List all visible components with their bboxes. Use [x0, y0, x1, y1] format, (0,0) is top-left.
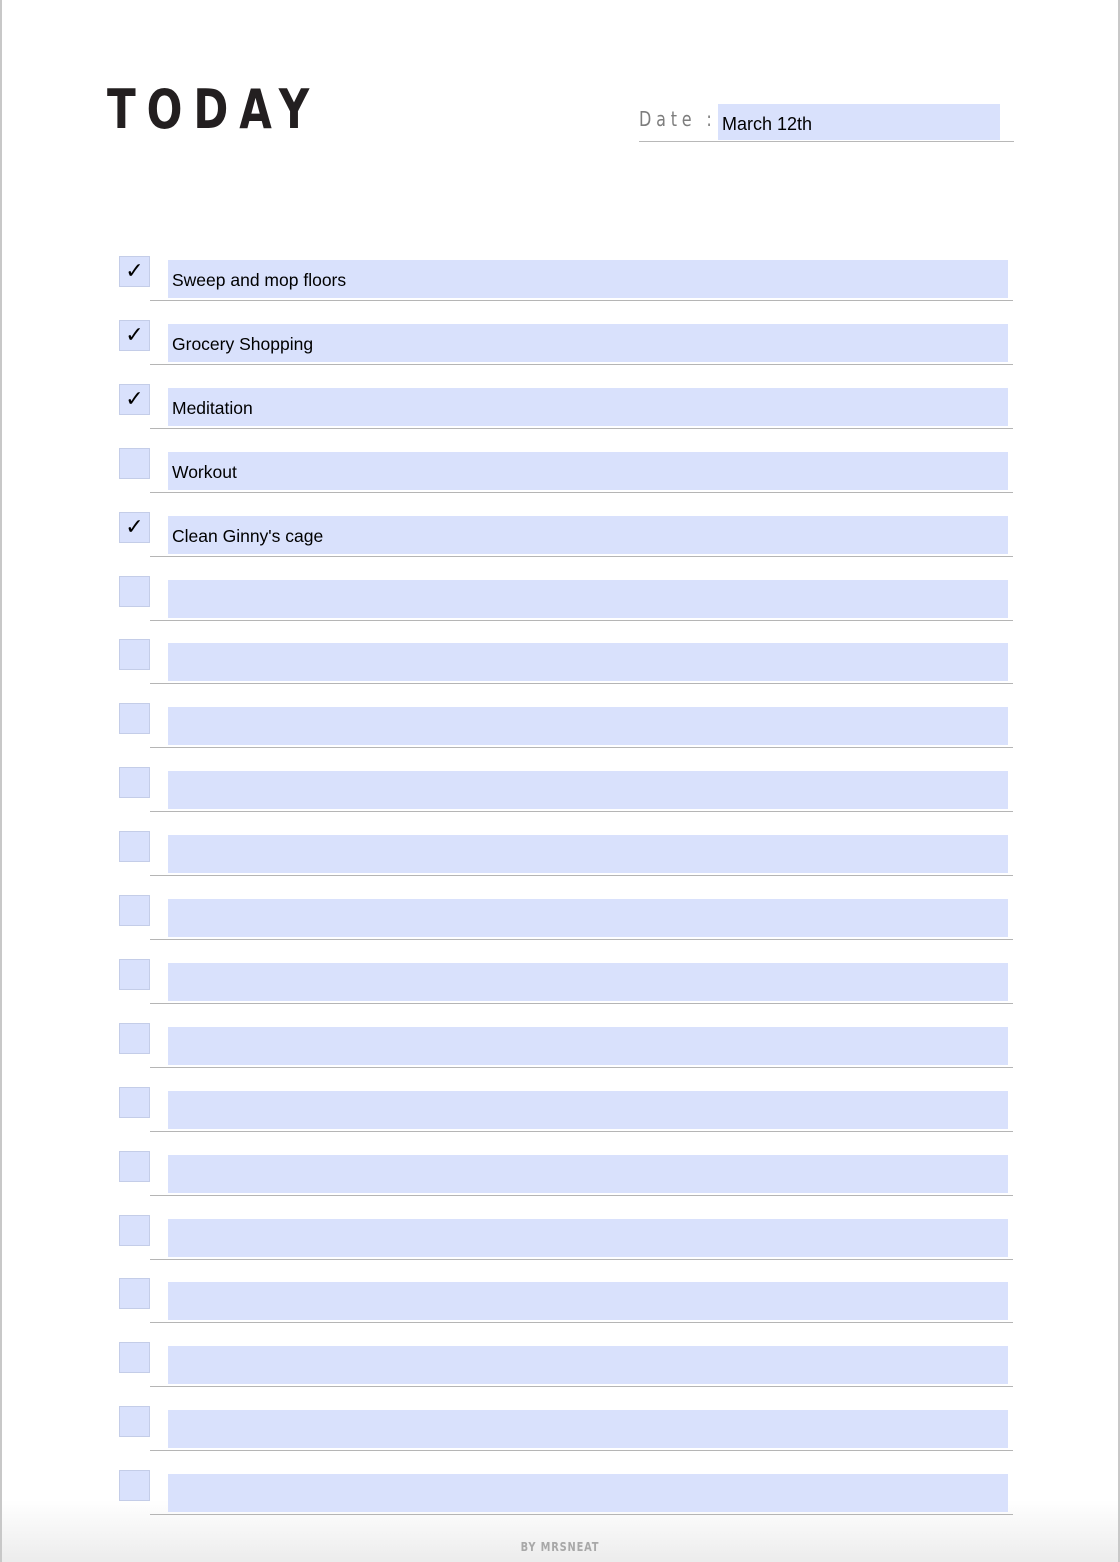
- row-divider: [150, 811, 1013, 813]
- page-title: TODAY: [107, 78, 321, 141]
- task-checkbox[interactable]: [119, 895, 150, 926]
- task-checkbox-checked[interactable]: ✓: [119, 319, 150, 351]
- task-text-field[interactable]: Sweep and mop floors: [168, 260, 1008, 298]
- task-row: [0, 575, 1120, 640]
- checkmark-icon: ✓: [125, 386, 144, 412]
- task-text-field[interactable]: [168, 1282, 1008, 1321]
- row-divider: [150, 939, 1013, 940]
- task-row: [0, 703, 1120, 767]
- task-text-field[interactable]: [168, 1346, 1008, 1385]
- task-text-field[interactable]: [168, 899, 1008, 937]
- row-divider: [150, 1450, 1013, 1452]
- row-divider: [150, 1386, 1013, 1388]
- task-text-field[interactable]: [168, 1218, 1008, 1257]
- task-row: [0, 895, 1120, 959]
- date-section: Date : March 12th: [639, 103, 1014, 142]
- task-checkbox[interactable]: [119, 1342, 150, 1374]
- row-divider: [150, 363, 1013, 365]
- task-text-field[interactable]: [168, 1154, 1008, 1193]
- task-checkbox[interactable]: [119, 575, 150, 607]
- task-checkbox[interactable]: [119, 1086, 150, 1118]
- row-divider: [150, 1322, 1013, 1324]
- date-label: Date :: [639, 107, 717, 131]
- task-checkbox-checked[interactable]: ✓: [119, 383, 150, 415]
- task-text-field[interactable]: [168, 1474, 1008, 1513]
- row-divider: [150, 1514, 1013, 1516]
- task-row: [0, 1022, 1120, 1087]
- task-text-field[interactable]: Meditation: [168, 387, 1008, 426]
- task-row: [0, 1086, 1120, 1151]
- task-row: ✓ Meditation: [0, 383, 1120, 448]
- task-row: ✓ Clean Ginny's cage: [0, 511, 1120, 576]
- task-text-field[interactable]: Clean Ginny's cage: [168, 515, 1008, 554]
- task-text-field[interactable]: [168, 707, 1008, 746]
- row-divider: [150, 555, 1013, 557]
- task-checkbox[interactable]: [119, 703, 150, 735]
- task-text-field[interactable]: [168, 1410, 1008, 1449]
- row-divider: [150, 683, 1013, 685]
- task-checkbox-checked[interactable]: ✓: [119, 511, 150, 543]
- task-text-field[interactable]: [168, 1090, 1008, 1129]
- row-divider: [150, 619, 1013, 621]
- task-text-field[interactable]: Workout: [168, 451, 1008, 490]
- checkmark-icon: ✓: [125, 259, 144, 284]
- row-divider: [150, 1258, 1013, 1260]
- task-row: ✓ Grocery Shopping: [0, 319, 1120, 384]
- task-row: [0, 1470, 1120, 1534]
- row-divider: [150, 491, 1013, 493]
- task-text-field[interactable]: [168, 835, 1008, 874]
- task-checkbox[interactable]: [119, 767, 150, 799]
- date-field[interactable]: March 12th: [718, 104, 1000, 140]
- task-checkbox[interactable]: [119, 958, 150, 990]
- task-text-field[interactable]: Grocery Shopping: [168, 323, 1008, 362]
- task-text-field[interactable]: [168, 962, 1008, 1001]
- row-divider: [150, 1194, 1013, 1196]
- task-row: [0, 1278, 1120, 1342]
- task-text-field[interactable]: [168, 643, 1008, 682]
- task-text-field[interactable]: [168, 1026, 1008, 1065]
- task-text-field[interactable]: [168, 771, 1008, 810]
- task-checkbox[interactable]: [119, 831, 150, 863]
- task-checkbox[interactable]: [119, 1022, 150, 1054]
- task-checkbox[interactable]: [119, 1150, 150, 1182]
- task-checkbox-checked[interactable]: ✓: [119, 256, 150, 287]
- task-row: Workout: [0, 447, 1120, 512]
- task-row: [0, 1342, 1120, 1406]
- row-divider: [150, 875, 1013, 877]
- row-divider: [150, 1130, 1013, 1132]
- task-row: [0, 1214, 1120, 1279]
- task-checkbox[interactable]: [119, 1406, 150, 1438]
- task-row: [0, 1406, 1120, 1470]
- checkmark-icon: ✓: [125, 322, 144, 348]
- task-row: [0, 831, 1120, 895]
- task-checkbox[interactable]: [119, 1214, 150, 1246]
- task-text-field[interactable]: [168, 579, 1008, 618]
- task-checkbox[interactable]: [119, 1470, 150, 1502]
- checkmark-icon: ✓: [125, 514, 144, 540]
- row-divider: [150, 747, 1013, 749]
- task-checkbox[interactable]: [119, 1278, 150, 1310]
- task-row: ✓ Sweep and mop floors: [0, 256, 1120, 320]
- task-row: [0, 1150, 1120, 1215]
- row-divider: [150, 427, 1013, 429]
- row-divider: [150, 300, 1013, 301]
- task-row: [0, 639, 1120, 703]
- row-divider: [150, 1002, 1013, 1004]
- task-checkbox[interactable]: [119, 447, 150, 479]
- task-row: [0, 958, 1120, 1023]
- footer-credit: BY MRSNEAT: [520, 1540, 600, 1554]
- task-row: [0, 767, 1120, 831]
- task-checkbox[interactable]: [119, 639, 150, 671]
- row-divider: [150, 1066, 1013, 1068]
